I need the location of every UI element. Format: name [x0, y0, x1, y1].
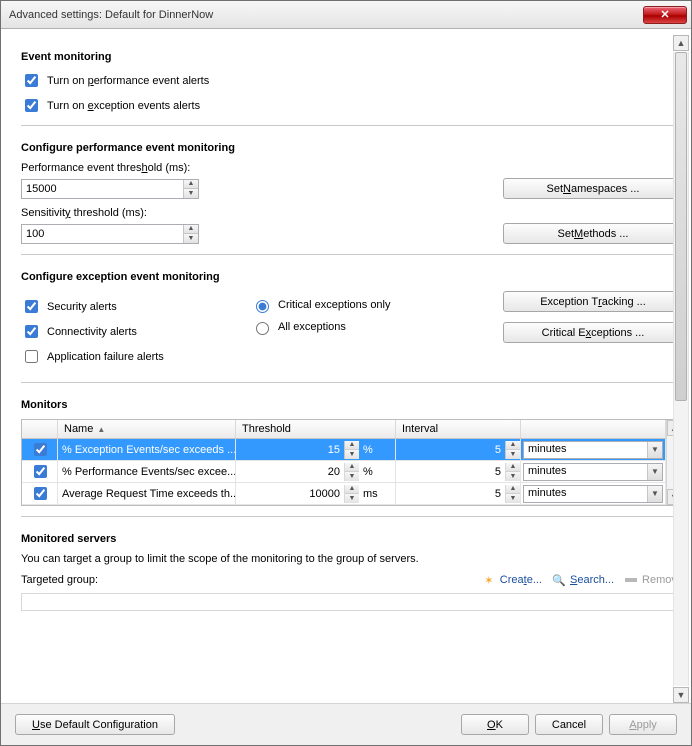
- spin-down-icon[interactable]: ▼: [506, 494, 520, 503]
- minus-icon: [624, 573, 638, 587]
- spin-up-icon[interactable]: ▲: [345, 441, 359, 451]
- section-monitors: Monitors: [21, 399, 683, 411]
- apply-button[interactable]: Apply: [609, 714, 677, 735]
- threshold-spinner[interactable]: 15▲▼%: [236, 441, 395, 459]
- divider: [21, 382, 683, 383]
- search-group-link[interactable]: 🔍 Search...: [552, 573, 614, 587]
- row-name: % Performance Events/sec excee...: [58, 461, 236, 482]
- perf-threshold-input[interactable]: [22, 180, 183, 198]
- interval-unit-select[interactable]: minutes▼: [523, 485, 663, 503]
- perf-alerts-label: Turn on performance event alerts: [47, 75, 209, 87]
- spin-up-icon[interactable]: ▲: [506, 441, 520, 451]
- divider: [21, 125, 683, 126]
- interval-unit-select[interactable]: minutes▼: [523, 463, 663, 481]
- spin-up-icon[interactable]: ▲: [184, 225, 198, 235]
- perf-threshold-spinner[interactable]: ▲▼: [21, 179, 199, 199]
- col-interval[interactable]: Interval: [396, 420, 521, 438]
- targeted-group-label: Targeted group:: [21, 574, 98, 586]
- sort-asc-icon: ▲: [97, 425, 105, 434]
- table-row[interactable]: % Exception Events/sec exceeds ...15▲▼%5…: [22, 439, 666, 461]
- row-checkbox[interactable]: [34, 443, 47, 456]
- spin-down-icon[interactable]: ▼: [345, 450, 359, 459]
- row-name: % Exception Events/sec exceeds ...: [58, 439, 236, 460]
- security-alerts-checkbox[interactable]: Security alerts: [21, 297, 231, 316]
- chevron-down-icon[interactable]: ▼: [647, 486, 662, 502]
- targeted-group-box: [21, 593, 683, 611]
- spin-down-icon[interactable]: ▼: [345, 494, 359, 503]
- divider: [21, 254, 683, 255]
- window-title: Advanced settings: Default for DinnerNow: [9, 9, 643, 21]
- exc-alerts-input[interactable]: [25, 99, 38, 112]
- row-checkbox[interactable]: [34, 465, 47, 478]
- exc-alerts-label: Turn on exception events alerts: [47, 100, 200, 112]
- connectivity-alerts-checkbox[interactable]: Connectivity alerts: [21, 322, 231, 341]
- spin-down-icon[interactable]: ▼: [184, 189, 198, 198]
- dialog-body: Event monitoring Turn on performance eve…: [1, 29, 691, 703]
- threshold-spinner[interactable]: 10000▲▼ms: [236, 485, 395, 503]
- sensitivity-spinner[interactable]: ▲▼: [21, 224, 199, 244]
- section-exc-config: Configure exception event monitoring: [21, 271, 683, 283]
- monitors-header-row: Name ▲ Threshold Interval: [22, 420, 666, 439]
- row-name: Average Request Time exceeds th...: [58, 483, 236, 504]
- scroll-up-icon[interactable]: ▲: [673, 35, 689, 51]
- dialog-window: Advanced settings: Default for DinnerNow…: [0, 0, 692, 746]
- spin-down-icon[interactable]: ▼: [506, 472, 520, 481]
- table-row[interactable]: Average Request Time exceeds th...10000▲…: [22, 483, 666, 505]
- all-exceptions-radio[interactable]: All exceptions: [251, 319, 431, 335]
- monitors-grid: Name ▲ Threshold Interval % Exception Ev…: [21, 419, 683, 506]
- interval-spinner[interactable]: 5▲▼: [396, 441, 520, 459]
- search-icon: 🔍: [552, 573, 566, 587]
- set-namespaces-button[interactable]: Set Namespaces ...: [503, 178, 683, 199]
- scrollbar-thumb[interactable]: [675, 52, 687, 401]
- chevron-down-icon[interactable]: ▼: [647, 464, 662, 480]
- spin-up-icon[interactable]: ▲: [506, 463, 520, 473]
- sensitivity-input[interactable]: [22, 225, 183, 243]
- create-group-link[interactable]: ✶ Create...: [482, 573, 542, 587]
- cancel-button[interactable]: Cancel: [535, 714, 603, 735]
- titlebar[interactable]: Advanced settings: Default for DinnerNow…: [1, 1, 691, 29]
- spin-up-icon[interactable]: ▲: [184, 180, 198, 190]
- chevron-down-icon[interactable]: ▼: [647, 442, 662, 458]
- perf-alerts-input[interactable]: [25, 74, 38, 87]
- section-perf-config: Configure performance event monitoring: [21, 142, 683, 154]
- section-event-monitoring: Event monitoring: [21, 51, 683, 63]
- col-check[interactable]: [22, 420, 58, 438]
- spin-up-icon[interactable]: ▲: [345, 463, 359, 473]
- close-button[interactable]: ✕: [643, 6, 687, 24]
- body-scrollbar[interactable]: ▲ ▼: [673, 35, 689, 703]
- interval-spinner[interactable]: 5▲▼: [396, 485, 520, 503]
- exception-tracking-button[interactable]: Exception Tracking ...: [503, 291, 683, 312]
- dialog-footer: Use Default Configuration OK Cancel Appl…: [1, 703, 691, 745]
- table-row[interactable]: % Performance Events/sec excee...20▲▼%5▲…: [22, 461, 666, 483]
- col-threshold[interactable]: Threshold: [236, 420, 396, 438]
- scroll-down-icon[interactable]: ▼: [673, 687, 689, 703]
- divider: [21, 516, 683, 517]
- set-methods-button[interactable]: Set Methods ...: [503, 223, 683, 244]
- spin-down-icon[interactable]: ▼: [345, 472, 359, 481]
- col-name[interactable]: Name ▲: [58, 420, 236, 438]
- section-servers: Monitored servers: [21, 533, 683, 545]
- use-default-button[interactable]: Use Default Configuration: [15, 714, 175, 735]
- perf-threshold-label: Performance event threshold (ms):: [21, 162, 683, 174]
- critical-only-radio[interactable]: Critical exceptions only: [251, 297, 431, 313]
- sensitivity-label: Sensitivity threshold (ms):: [21, 207, 683, 219]
- spin-down-icon[interactable]: ▼: [184, 234, 198, 243]
- ok-button[interactable]: OK: [461, 714, 529, 735]
- critical-exceptions-button[interactable]: Critical Exceptions ...: [503, 322, 683, 343]
- exc-alerts-checkbox[interactable]: Turn on exception events alerts: [21, 96, 683, 115]
- spin-up-icon[interactable]: ▲: [506, 485, 520, 495]
- spin-down-icon[interactable]: ▼: [506, 450, 520, 459]
- appfail-alerts-checkbox[interactable]: Application failure alerts: [21, 347, 231, 366]
- interval-spinner[interactable]: 5▲▼: [396, 463, 520, 481]
- col-unit[interactable]: [521, 420, 666, 438]
- perf-alerts-checkbox[interactable]: Turn on performance event alerts: [21, 71, 683, 90]
- interval-unit-select[interactable]: minutes▼: [523, 441, 663, 459]
- servers-desc: You can target a group to limit the scop…: [21, 553, 683, 565]
- threshold-spinner[interactable]: 20▲▼%: [236, 463, 395, 481]
- sparkle-icon: ✶: [482, 573, 496, 587]
- row-checkbox[interactable]: [34, 487, 47, 500]
- spin-up-icon[interactable]: ▲: [345, 485, 359, 495]
